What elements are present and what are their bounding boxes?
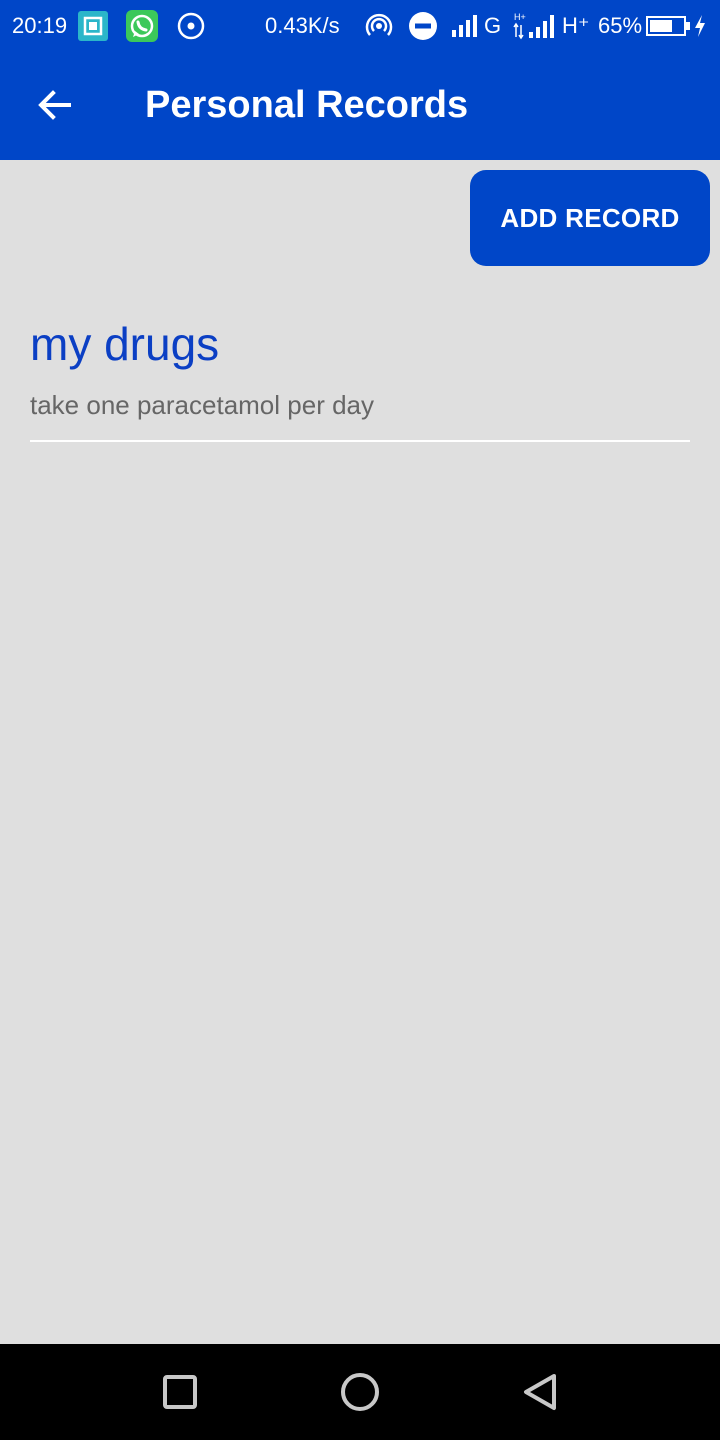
status-time: 20:19 bbox=[12, 13, 68, 38]
page-title: Personal Records bbox=[145, 84, 469, 126]
back-triangle-icon bbox=[524, 1374, 556, 1410]
app-bar: Personal Records bbox=[0, 52, 720, 160]
signal-icon bbox=[450, 10, 482, 42]
network-type-h: H⁺ bbox=[562, 13, 590, 38]
hotspot-icon bbox=[364, 10, 394, 42]
recents-square-icon bbox=[163, 1375, 197, 1409]
charging-icon bbox=[694, 10, 706, 42]
record-description: take one paracetamol per day bbox=[30, 390, 374, 420]
svg-text:H+: H+ bbox=[514, 12, 526, 22]
system-back-button[interactable] bbox=[518, 1370, 562, 1414]
record-title: my drugs bbox=[30, 318, 220, 370]
screenshot-icon bbox=[77, 10, 109, 42]
status-bar: 20:19 0.43K/s G H+ H⁺ 65% bbox=[0, 0, 720, 52]
home-button[interactable] bbox=[338, 1370, 382, 1414]
navigation-bar bbox=[0, 1344, 720, 1440]
add-record-button[interactable]: ADD RECORD bbox=[470, 170, 710, 266]
whatsapp-icon bbox=[126, 10, 158, 42]
divider bbox=[30, 440, 690, 442]
list-item[interactable]: my drugs take one paracetamol per day bbox=[30, 312, 690, 442]
signal-icon: H+ bbox=[512, 10, 560, 42]
recents-button[interactable] bbox=[158, 1370, 202, 1414]
do-not-disturb-icon bbox=[408, 10, 438, 42]
battery-percentage: 65% bbox=[598, 13, 643, 38]
record-dot-icon bbox=[176, 10, 206, 42]
back-button[interactable] bbox=[26, 76, 84, 134]
network-type-g: G bbox=[484, 13, 502, 38]
home-circle-icon bbox=[341, 1373, 379, 1411]
arrow-back-icon bbox=[38, 90, 71, 120]
network-speed: 0.43K/s bbox=[265, 13, 340, 38]
battery-icon bbox=[646, 10, 692, 42]
